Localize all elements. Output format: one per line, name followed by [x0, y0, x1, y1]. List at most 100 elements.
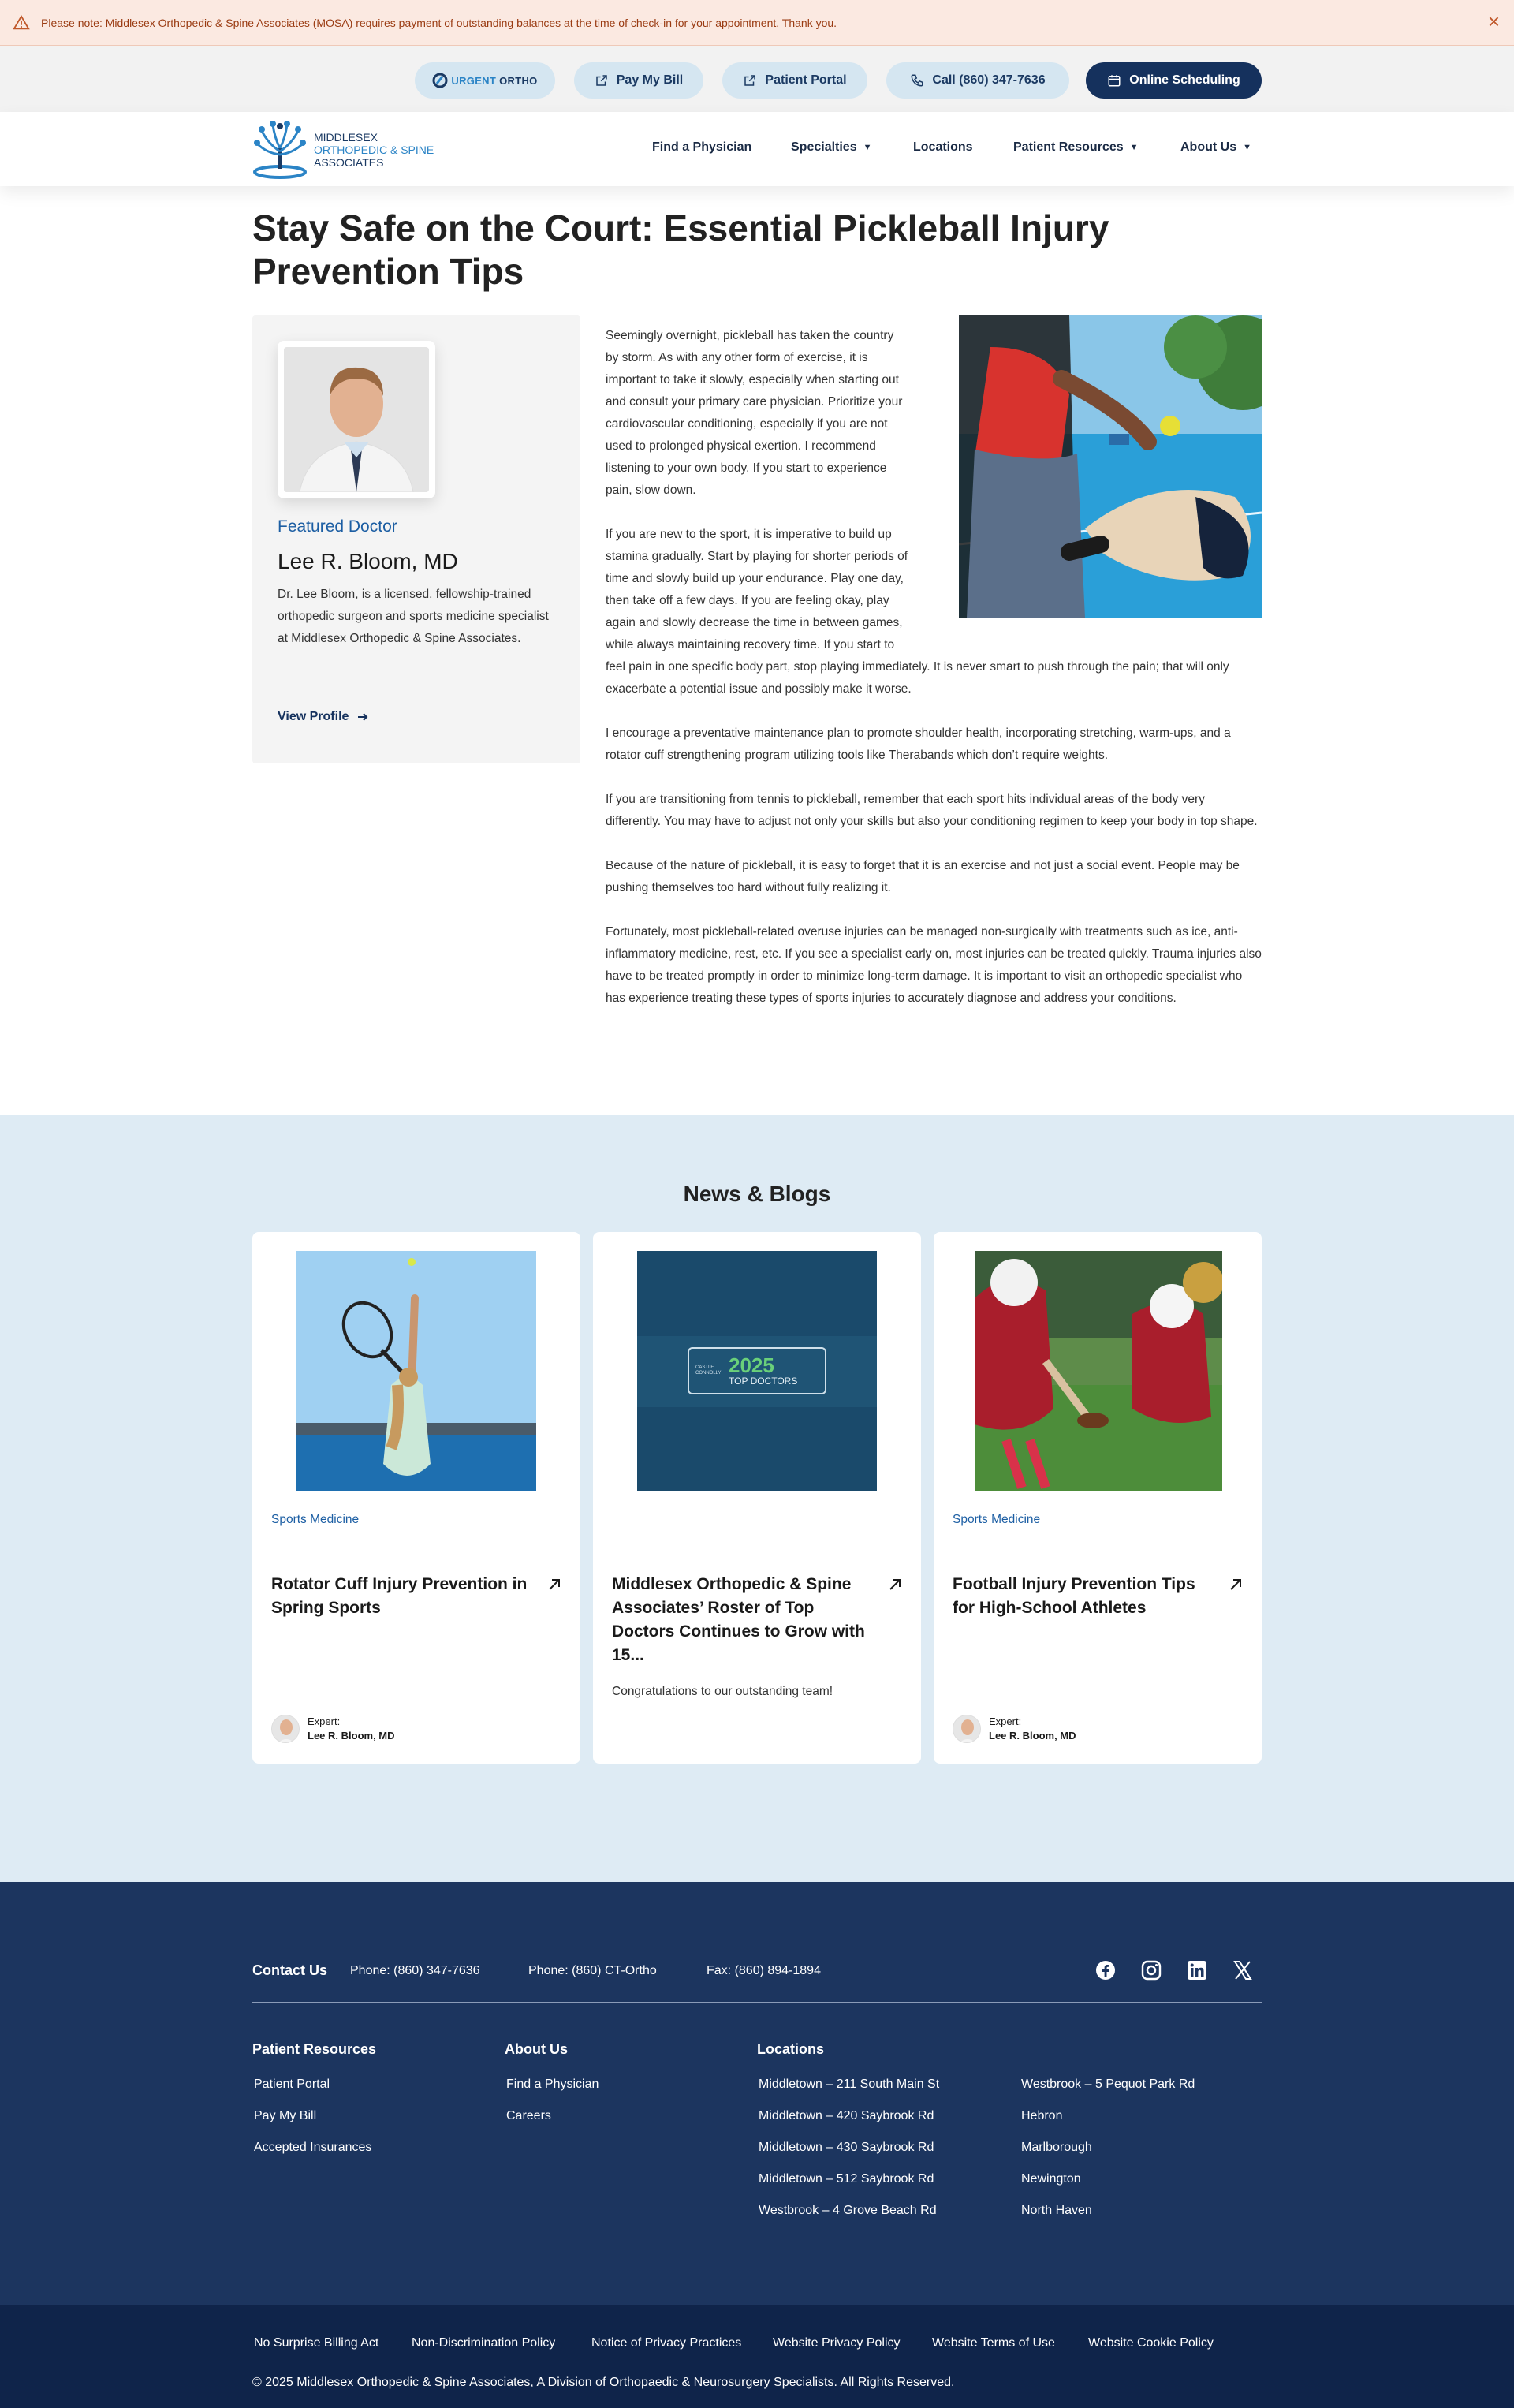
footer-location-link[interactable]: Westbrook – 4 Grove Beach Rd [759, 2204, 937, 2218]
card-expert: Expert: Lee R. Bloom, MD [953, 1715, 1076, 1743]
alert-text: Please note: Middlesex Orthopedic & Spin… [41, 16, 837, 29]
expert-label: Expert: Lee R. Bloom, MD [308, 1715, 395, 1743]
footer-location-link[interactable]: Westbrook – 5 Pequot Park Rd [1021, 2078, 1195, 2092]
urgent-text: URGENT [451, 74, 497, 87]
footer-link[interactable]: Pay My Bill [254, 2109, 316, 2123]
facebook-icon[interactable] [1094, 1959, 1117, 1981]
legal-link[interactable]: Website Privacy Policy [773, 2336, 901, 2350]
locations-heading: Locations [757, 2041, 825, 2057]
call-button[interactable]: Call (860) 347-7636 [886, 62, 1069, 99]
chevron-down-icon: ▼ [1243, 143, 1251, 152]
site-logo[interactable]: MIDDLESEX ORTHOPEDIC & SPINE ASSOCIATES [252, 120, 434, 180]
tree-logo-icon [253, 121, 307, 179]
ortho-text: ORTHO [499, 74, 538, 87]
nav-find-physician[interactable]: Find a Physician [652, 140, 751, 155]
patient-portal-label: Patient Portal [765, 73, 847, 87]
nav-locations[interactable]: Locations [913, 140, 973, 155]
nav-specialties[interactable]: Specialties ▼ [791, 140, 872, 155]
badge-frame: CASTLE CONNOLLY 2025 TOP DOCTORS [688, 1347, 826, 1394]
news-card[interactable]: Sports Medicine Football Injury Preventi… [934, 1232, 1262, 1764]
card-expert: Expert: Lee R. Bloom, MD [271, 1715, 395, 1743]
site-header: MIDDLESEX ORTHOPEDIC & SPINE ASSOCIATES … [0, 112, 1514, 186]
top-doctors-badge-image: CASTLE CONNOLLY 2025 TOP DOCTORS [637, 1251, 877, 1491]
arrow-up-right-icon [549, 1579, 560, 1590]
footer-link[interactable]: Accepted Insurances [254, 2141, 371, 2155]
card-title[interactable]: Football Injury Prevention Tips for High… [953, 1573, 1213, 1620]
legal-link[interactable]: Website Cookie Policy [1088, 2336, 1214, 2350]
logo-line-3: ASSOCIATES [314, 156, 384, 169]
arrow-up-right-icon [1230, 1579, 1241, 1590]
footer-link[interactable]: Find a Physician [506, 2078, 599, 2092]
article-paragraph: I encourage a preventative maintenance p… [606, 726, 1231, 762]
expert-label-text: Expert: [308, 1715, 341, 1727]
footer-location-link[interactable]: Middletown – 430 Saybrook Rd [759, 2141, 934, 2155]
arrow-right-icon [358, 713, 368, 721]
nav-about-us-label: About Us [1180, 140, 1237, 154]
footer-divider [252, 2002, 1262, 2003]
image-float-space [908, 315, 1262, 647]
card-title[interactable]: Rotator Cuff Injury Prevention in Spring… [271, 1573, 531, 1620]
doctor-portrait [284, 347, 429, 492]
nav-patient-resources[interactable]: Patient Resources ▼ [1013, 140, 1139, 155]
badge-year: 2025 [729, 1353, 774, 1377]
nav-patient-resources-label: Patient Resources [1013, 140, 1124, 154]
legal-link[interactable]: Non-Discrimination Policy [412, 2336, 555, 2350]
calendar-icon [1108, 75, 1121, 87]
expert-name: Lee R. Bloom, MD [989, 1730, 1076, 1742]
pay-bill-button[interactable]: Pay My Bill [574, 62, 703, 99]
article-body: Seemingly overnight, pickleball has take… [606, 315, 1262, 1010]
news-card[interactable]: Sports Medicine Rotator Cuff Injury Prev… [252, 1232, 580, 1764]
footer-location-link[interactable]: North Haven [1021, 2204, 1092, 2218]
chevron-down-icon: ▼ [863, 143, 872, 152]
badge-top-text: CASTLE CONNOLLY [695, 1365, 722, 1376]
logo-text: MIDDLESEX ORTHOPEDIC & SPINE ASSOCIATES [314, 131, 434, 169]
instagram-icon[interactable] [1140, 1959, 1162, 1981]
legal-link[interactable]: No Surprise Billing Act [254, 2336, 378, 2350]
avatar [271, 1715, 300, 1743]
card-excerpt: Congratulations to our outstanding team! [612, 1685, 833, 1698]
logo-line-2: ORTHOPEDIC & SPINE [314, 144, 434, 156]
doctor-name: Lee R. Bloom, MD [278, 549, 458, 573]
news-card[interactable]: CASTLE CONNOLLY 2025 TOP DOCTORS Middles… [593, 1232, 921, 1764]
footer-location-link[interactable]: Middletown – 420 Saybrook Rd [759, 2109, 934, 2123]
footer-location-link[interactable]: Hebron [1021, 2109, 1062, 2123]
legal-link[interactable]: Website Terms of Use [932, 2336, 1055, 2350]
warning-icon [13, 14, 30, 29]
patient-portal-button[interactable]: Patient Portal [722, 62, 867, 99]
urgent-ortho-icon [432, 73, 448, 88]
page-title: Stay Safe on the Court: Essential Pickle… [252, 207, 1109, 292]
footer-phone-1[interactable]: Phone: (860) 347-7636 [350, 1964, 480, 1978]
about-us-heading: About Us [505, 2041, 568, 2057]
footer-link[interactable]: Patient Portal [254, 2078, 330, 2092]
footer-location-link[interactable]: Newington [1021, 2172, 1081, 2186]
card-category: Sports Medicine [271, 1513, 360, 1526]
card-title[interactable]: Middlesex Orthopedic & Spine Associates’… [612, 1573, 872, 1667]
x-twitter-icon[interactable] [1232, 1959, 1254, 1981]
expert-name: Lee R. Bloom, MD [308, 1730, 395, 1742]
urgent-ortho-button[interactable]: URGENT ORTHO [415, 62, 555, 99]
footer-location-link[interactable]: Middletown – 512 Saybrook Rd [759, 2172, 934, 2186]
view-profile-link[interactable]: View Profile [278, 710, 369, 724]
external-link-icon [596, 75, 607, 86]
patient-resources-heading: Patient Resources [252, 2041, 377, 2057]
nav-about-us[interactable]: About Us ▼ [1180, 140, 1251, 155]
article-paragraph: Because of the nature of pickleball, it … [606, 859, 1240, 894]
footer-link[interactable]: Careers [506, 2109, 551, 2123]
close-icon[interactable]: × [1488, 11, 1500, 32]
online-scheduling-label: Online Scheduling [1129, 73, 1240, 87]
footer-phone-2[interactable]: Phone: (860) CT-Ortho [528, 1964, 657, 1978]
call-label: Call (860) 347-7636 [932, 73, 1046, 87]
external-link-icon [744, 75, 756, 86]
linkedin-icon[interactable] [1186, 1959, 1208, 1981]
footer-location-link[interactable]: Marlborough [1021, 2141, 1092, 2155]
utility-bar: URGENT ORTHO Pay My Bill Patient Portal … [0, 46, 1514, 112]
doctor-photo [278, 341, 435, 498]
card-category: Sports Medicine [953, 1513, 1041, 1526]
online-scheduling-button[interactable]: Online Scheduling [1086, 62, 1262, 99]
pay-bill-label: Pay My Bill [616, 73, 684, 87]
legal-link[interactable]: Notice of Privacy Practices [591, 2336, 741, 2350]
badge-text: TOP DOCTORS [729, 1376, 798, 1387]
expert-label: Expert: Lee R. Bloom, MD [989, 1715, 1076, 1743]
nav-specialties-label: Specialties [791, 140, 857, 154]
footer-location-link[interactable]: Middletown – 211 South Main St [759, 2078, 939, 2092]
